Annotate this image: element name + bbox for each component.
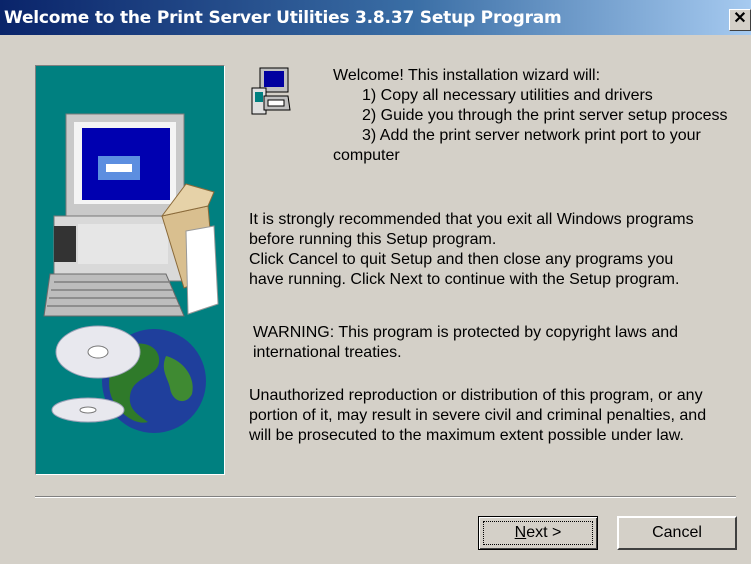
welcome-step-3: 3) Add the print server network print po… [362,127,701,144]
window-title: Welcome to the Print Server Utilities 3.… [4,8,562,28]
cancel-button-label: Cancel [652,524,702,541]
title-bar[interactable]: Welcome to the Print Server Utilities 3.… [0,0,751,35]
recommend-line-2: before running this Setup program. [249,231,497,248]
recommend-line-4: have running. Click Next to continue wit… [249,271,680,288]
next-button-label: Next > [514,524,562,541]
setup-computer-icon [251,67,291,115]
unauthorized-line-2: portion of it, may result in severe civi… [249,407,707,424]
unauthorized-line-3: will be prosecuted to the maximum extent… [249,427,684,444]
warning-line-1: WARNING: This program is protected by co… [253,324,679,341]
side-illustration-panel [35,65,225,475]
next-button[interactable]: Next > [478,516,598,550]
warning-line-2: international treaties. [253,344,402,361]
setup-dialog: Welcome to the Print Server Utilities 3.… [0,0,751,564]
cancel-button[interactable]: Cancel [617,516,737,550]
welcome-intro: Welcome! This installation wizard will: [333,67,601,84]
close-icon: ✕ [733,10,747,27]
recommend-line-1: It is strongly recommended that you exit… [249,211,694,228]
welcome-step-2: 2) Guide you through the print server se… [362,107,728,124]
computer-globe-cd-illustration [43,113,219,433]
welcome-step-1: 1) Copy all necessary utilities and driv… [362,87,653,104]
divider [35,496,736,498]
recommend-line-3: Click Cancel to quit Setup and then clos… [249,251,674,268]
unauthorized-line-1: Unauthorized reproduction or distributio… [249,387,703,404]
close-button[interactable]: ✕ [729,9,751,31]
welcome-step-3-continued: computer [333,147,400,164]
